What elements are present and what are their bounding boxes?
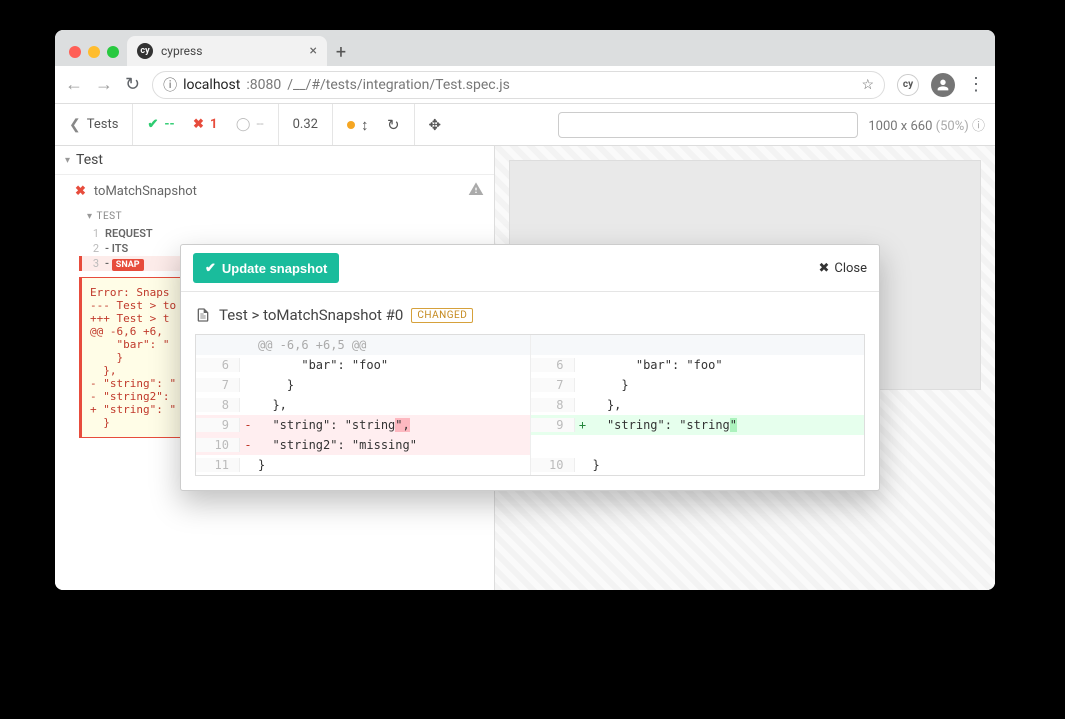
- window-controls: [63, 46, 127, 66]
- cypress-extension-icon[interactable]: cy: [897, 74, 919, 96]
- viewport-dimensions: 1000 x 660: [868, 119, 932, 134]
- diff-line: 7 }: [196, 375, 530, 395]
- command-number: 1: [87, 227, 105, 240]
- command-number: 3: [87, 257, 105, 270]
- maximize-window-button[interactable]: [107, 46, 119, 58]
- fail-icon: ✖: [75, 184, 86, 199]
- diff-new: 6 "bar": "foo"7 }8 },9+ "string": "strin…: [531, 335, 865, 475]
- caret-down-icon: ▾: [65, 155, 70, 166]
- suite-header[interactable]: ▾ Test: [55, 146, 494, 175]
- diff-line: 8 },: [196, 395, 530, 415]
- diff-line: 8 },: [531, 395, 865, 415]
- diff-line: 6 "bar": "foo": [196, 355, 530, 375]
- back-button[interactable]: ←: [65, 74, 83, 95]
- viewport-controls: 1000 x 660 (50%) ⓘ: [548, 104, 995, 145]
- diff-line: 9+ "string": "string": [531, 415, 865, 435]
- bookmark-star-icon[interactable]: ☆: [861, 77, 874, 93]
- diff-line: 7 }: [531, 375, 865, 395]
- fail-icon: ✖: [193, 117, 204, 132]
- changed-badge: CHANGED: [411, 308, 473, 323]
- check-icon: ✔: [205, 260, 216, 276]
- diff-line: [531, 335, 865, 355]
- command-name: - SNAP: [105, 257, 144, 270]
- app-url-input[interactable]: [558, 112, 858, 138]
- test-row[interactable]: ✖ toMatchSnapshot: [55, 175, 494, 207]
- diff-line: 9- "string": "string",: [196, 415, 530, 435]
- modal-title: Test > toMatchSnapshot #0: [219, 306, 403, 324]
- fail-count: 1: [210, 117, 217, 132]
- modal-toolbar: ✔ Update snapshot ✖ Close: [181, 245, 879, 292]
- modal-title-row: Test > toMatchSnapshot #0 CHANGED: [181, 292, 879, 334]
- close-label: Close: [834, 261, 867, 276]
- suite-name: Test: [76, 152, 103, 168]
- close-window-button[interactable]: [69, 46, 81, 58]
- chevron-left-icon: ❮: [69, 117, 81, 133]
- browser-tab[interactable]: cy cypress ×: [127, 36, 327, 66]
- snapshot-badge: SNAP: [112, 259, 144, 271]
- url-host: localhost: [183, 77, 240, 93]
- diff-line: @@ -6,6 +6,5 @@: [196, 335, 530, 355]
- tests-label: Tests: [87, 117, 119, 132]
- cypress-toolbar: ❮ Tests ✔ -- ✖ 1 ◯ -- 0.32 ↕ ↻ ✥: [55, 104, 995, 146]
- profile-button[interactable]: [931, 73, 955, 97]
- minimize-window-button[interactable]: [88, 46, 100, 58]
- close-icon: ✖: [818, 261, 829, 276]
- cypress-favicon: cy: [137, 43, 153, 59]
- run-controls: ↕ ↻: [333, 104, 415, 145]
- command-section: ▾ TEST: [87, 207, 494, 226]
- duration: 0.32: [279, 104, 333, 145]
- snapshot-diff-modal: ✔ Update snapshot ✖ Close Test > toMatch…: [180, 244, 880, 491]
- pending-icon: ◯: [236, 117, 251, 132]
- url-input[interactable]: ⓘ localhost :8080 /__/#/tests/integration/…: [152, 71, 885, 99]
- test-name: toMatchSnapshot: [94, 184, 197, 199]
- rerun-button[interactable]: ↻: [387, 116, 400, 134]
- update-label: Update snapshot: [222, 261, 327, 276]
- caret-down-icon: ▾: [87, 211, 93, 222]
- test-stats: ✔ -- ✖ 1 ◯ --: [133, 104, 278, 145]
- update-snapshot-button[interactable]: ✔ Update snapshot: [193, 253, 339, 283]
- duration-value: 0.32: [293, 117, 318, 132]
- site-info-icon[interactable]: ⓘ: [163, 75, 177, 95]
- command-name: - ITS: [105, 242, 128, 255]
- pass-count: --: [164, 117, 174, 132]
- warning-icon: [468, 181, 484, 201]
- address-bar: ← → ↻ ⓘ localhost :8080 /__/#/tests/integr…: [55, 66, 995, 104]
- tab-strip: cy cypress × +: [55, 30, 995, 66]
- section-label: TEST: [97, 211, 123, 222]
- command-number: 2: [87, 242, 105, 255]
- diff-line: 10- "string2": "missing": [196, 435, 530, 455]
- status-dot-icon: [347, 121, 355, 129]
- close-tab-icon[interactable]: ×: [310, 43, 317, 59]
- back-to-tests-button[interactable]: ❮ Tests: [55, 104, 133, 145]
- forward-button[interactable]: →: [95, 74, 113, 95]
- url-path: /__/#/tests/integration/Test.spec.js: [287, 77, 510, 93]
- file-icon: [195, 307, 211, 323]
- info-icon[interactable]: ⓘ: [972, 119, 985, 134]
- browser-menu-button[interactable]: ⋮: [967, 76, 985, 94]
- diff-line: [531, 435, 865, 455]
- close-modal-button[interactable]: ✖ Close: [818, 261, 867, 276]
- url-port: :8080: [246, 77, 281, 93]
- diff-line: 10}: [531, 455, 865, 475]
- diff-line: 11}: [196, 455, 530, 475]
- pass-icon: ✔: [147, 117, 158, 132]
- diff-old: @@ -6,6 +6,5 @@6 "bar": "foo"7 }8 },9- "…: [196, 335, 531, 475]
- command-row[interactable]: 1 REQUEST: [87, 226, 494, 241]
- reload-button[interactable]: ↻: [125, 74, 140, 95]
- command-name: REQUEST: [105, 227, 153, 240]
- selector-playground-button[interactable]: ✥: [429, 116, 442, 134]
- pending-count: --: [256, 117, 263, 132]
- diff-line: 6 "bar": "foo": [531, 355, 865, 375]
- auto-scroll-icon[interactable]: ↕: [361, 116, 369, 134]
- tab-title: cypress: [161, 44, 202, 58]
- viewport-scale: (50%): [936, 119, 969, 134]
- new-tab-button[interactable]: +: [327, 38, 355, 66]
- diff-view: @@ -6,6 +6,5 @@6 "bar": "foo"7 }8 },9- "…: [195, 334, 865, 476]
